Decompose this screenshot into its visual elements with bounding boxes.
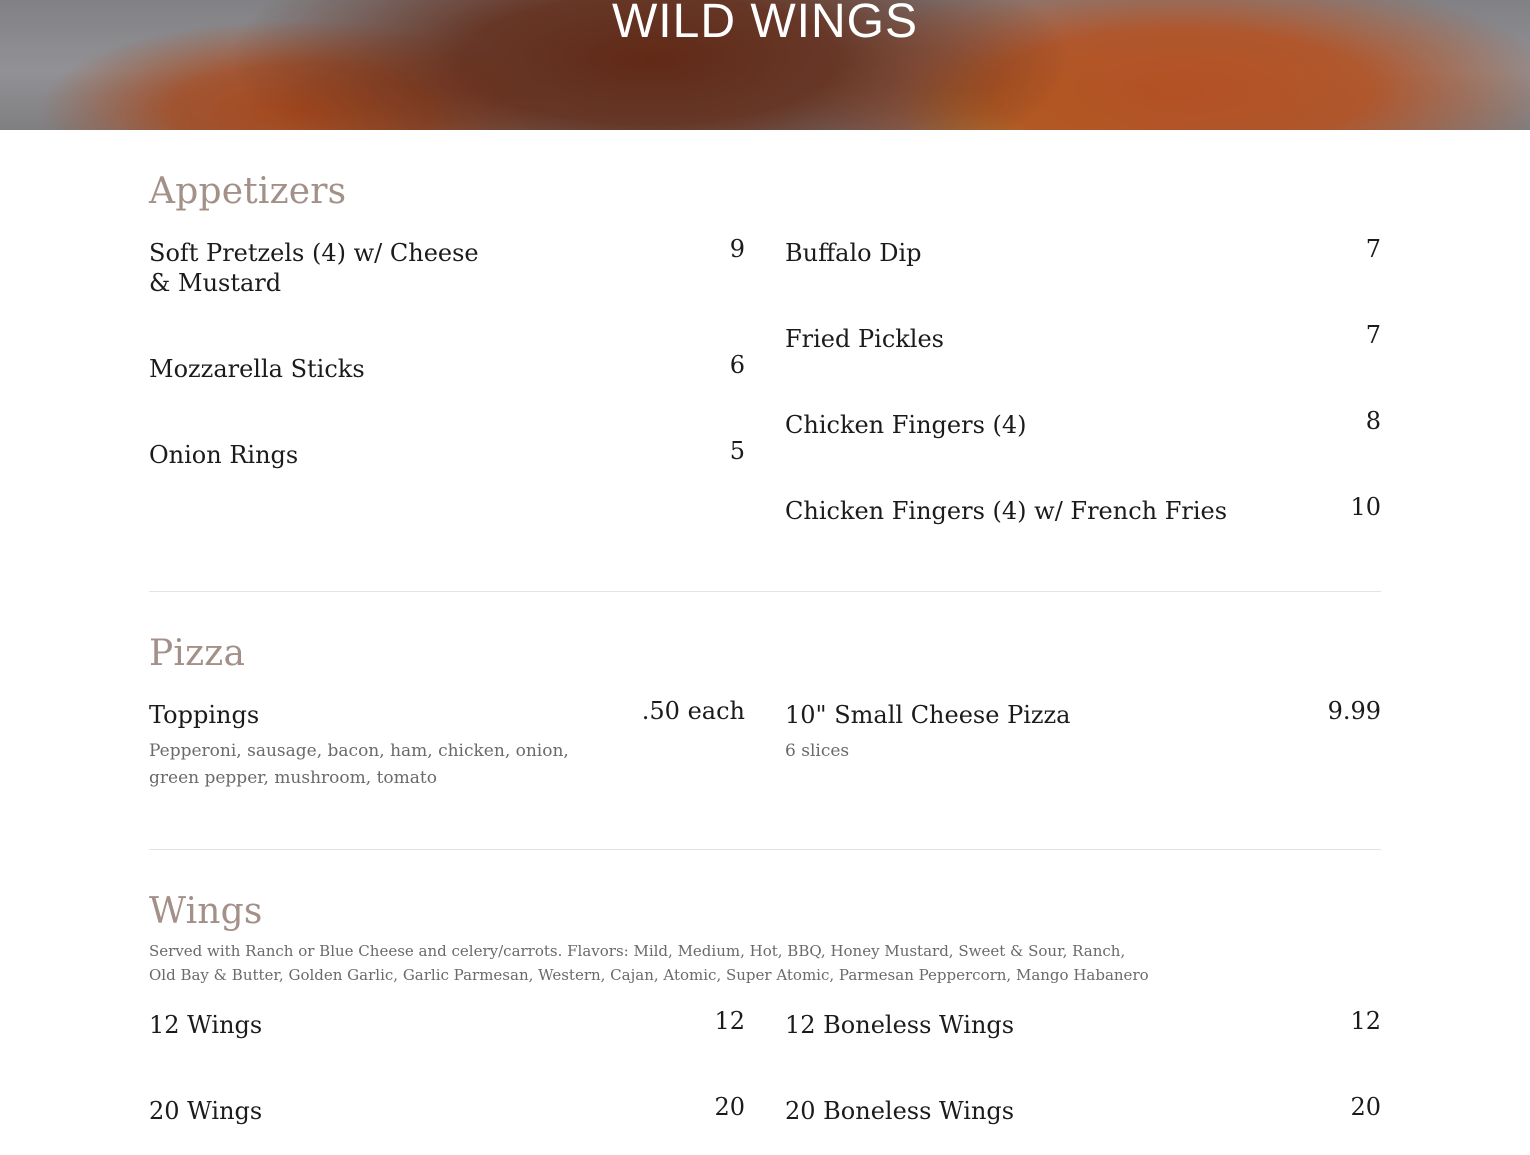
menu-item-price: 7 [1365, 235, 1381, 263]
menu-item-name: 20 Wings [149, 1097, 263, 1125]
menu-item-name: Mozzarella Sticks [149, 355, 365, 383]
section-divider [149, 591, 1381, 592]
section-title-appetizers: Appetizers [149, 171, 347, 212]
menu-item: Toppings .50 each Pepperoni, sausage, ba… [149, 697, 745, 796]
menu-item-price: 20 [1350, 1093, 1381, 1121]
menu-item-price: 8 [1365, 407, 1381, 435]
menu-item-price: 20 [714, 1093, 745, 1121]
menu-item-name: Chicken Fingers (4) [785, 411, 1027, 439]
menu-item-price: 12 [714, 1007, 745, 1035]
menu-item-price: 9.99 [1327, 697, 1381, 725]
menu-item: Fried Pickles 7 [785, 321, 1381, 356]
menu-item: Chicken Fingers (4) w/ French Fries 10 [785, 493, 1381, 528]
menu-item-name: Onion Rings [149, 441, 299, 469]
menu-item-name: Soft Pretzels (4) w/ Cheese & Mustard [149, 239, 479, 297]
menu-item-name: 12 Boneless Wings [785, 1011, 1015, 1039]
menu-item-price: 5 [729, 437, 745, 465]
menu-item-description: Pepperoni, sausage, bacon, ham, chicken,… [149, 741, 569, 788]
menu-item-price: .50 each [641, 697, 745, 725]
menu-item-name: Toppings [149, 701, 260, 729]
menu-item-name: Buffalo Dip [785, 239, 922, 267]
section-description: Served with Ranch or Blue Cheese and cel… [149, 942, 1149, 984]
menu-item: Onion Rings 5 [149, 437, 745, 472]
menu-item-price: 9 [729, 235, 745, 263]
menu-item: Soft Pretzels (4) w/ Cheese & Mustard 9 [149, 235, 745, 300]
menu-item-price: 10 [1350, 493, 1381, 521]
menu-item-description: 6 slices [785, 741, 850, 761]
menu-content: Appetizers Soft Pretzels (4) w/ Cheese &… [149, 0, 1381, 1155]
menu-item: Chicken Fingers (4) 8 [785, 407, 1381, 442]
menu-item-price: 6 [729, 351, 745, 379]
menu-item-price: 7 [1365, 321, 1381, 349]
menu-item: Buffalo Dip 7 [785, 235, 1381, 270]
hero-title: WILD WINGS [612, 0, 918, 48]
menu-item-price: 12 [1350, 1007, 1381, 1035]
menu-item: 12 Wings 12 [149, 1007, 745, 1042]
menu-item: 20 Wings 20 [149, 1093, 745, 1128]
menu-item-name: Chicken Fingers (4) w/ French Fries [785, 497, 1228, 525]
section-title-wings: Wings [149, 891, 263, 932]
menu-item-name: 12 Wings [149, 1011, 263, 1039]
menu-item: 10" Small Cheese Pizza 9.99 6 slices [785, 697, 1381, 770]
menu-item-name: Fried Pickles [785, 325, 944, 353]
menu-item: 12 Boneless Wings 12 [785, 1007, 1381, 1042]
menu-item-name: 20 Boneless Wings [785, 1097, 1015, 1125]
menu-item: Mozzarella Sticks 6 [149, 351, 745, 386]
menu-item-name: 10" Small Cheese Pizza [785, 701, 1071, 729]
section-divider [149, 849, 1381, 850]
section-title-pizza: Pizza [149, 633, 246, 674]
menu-item: 20 Boneless Wings 20 [785, 1093, 1381, 1128]
